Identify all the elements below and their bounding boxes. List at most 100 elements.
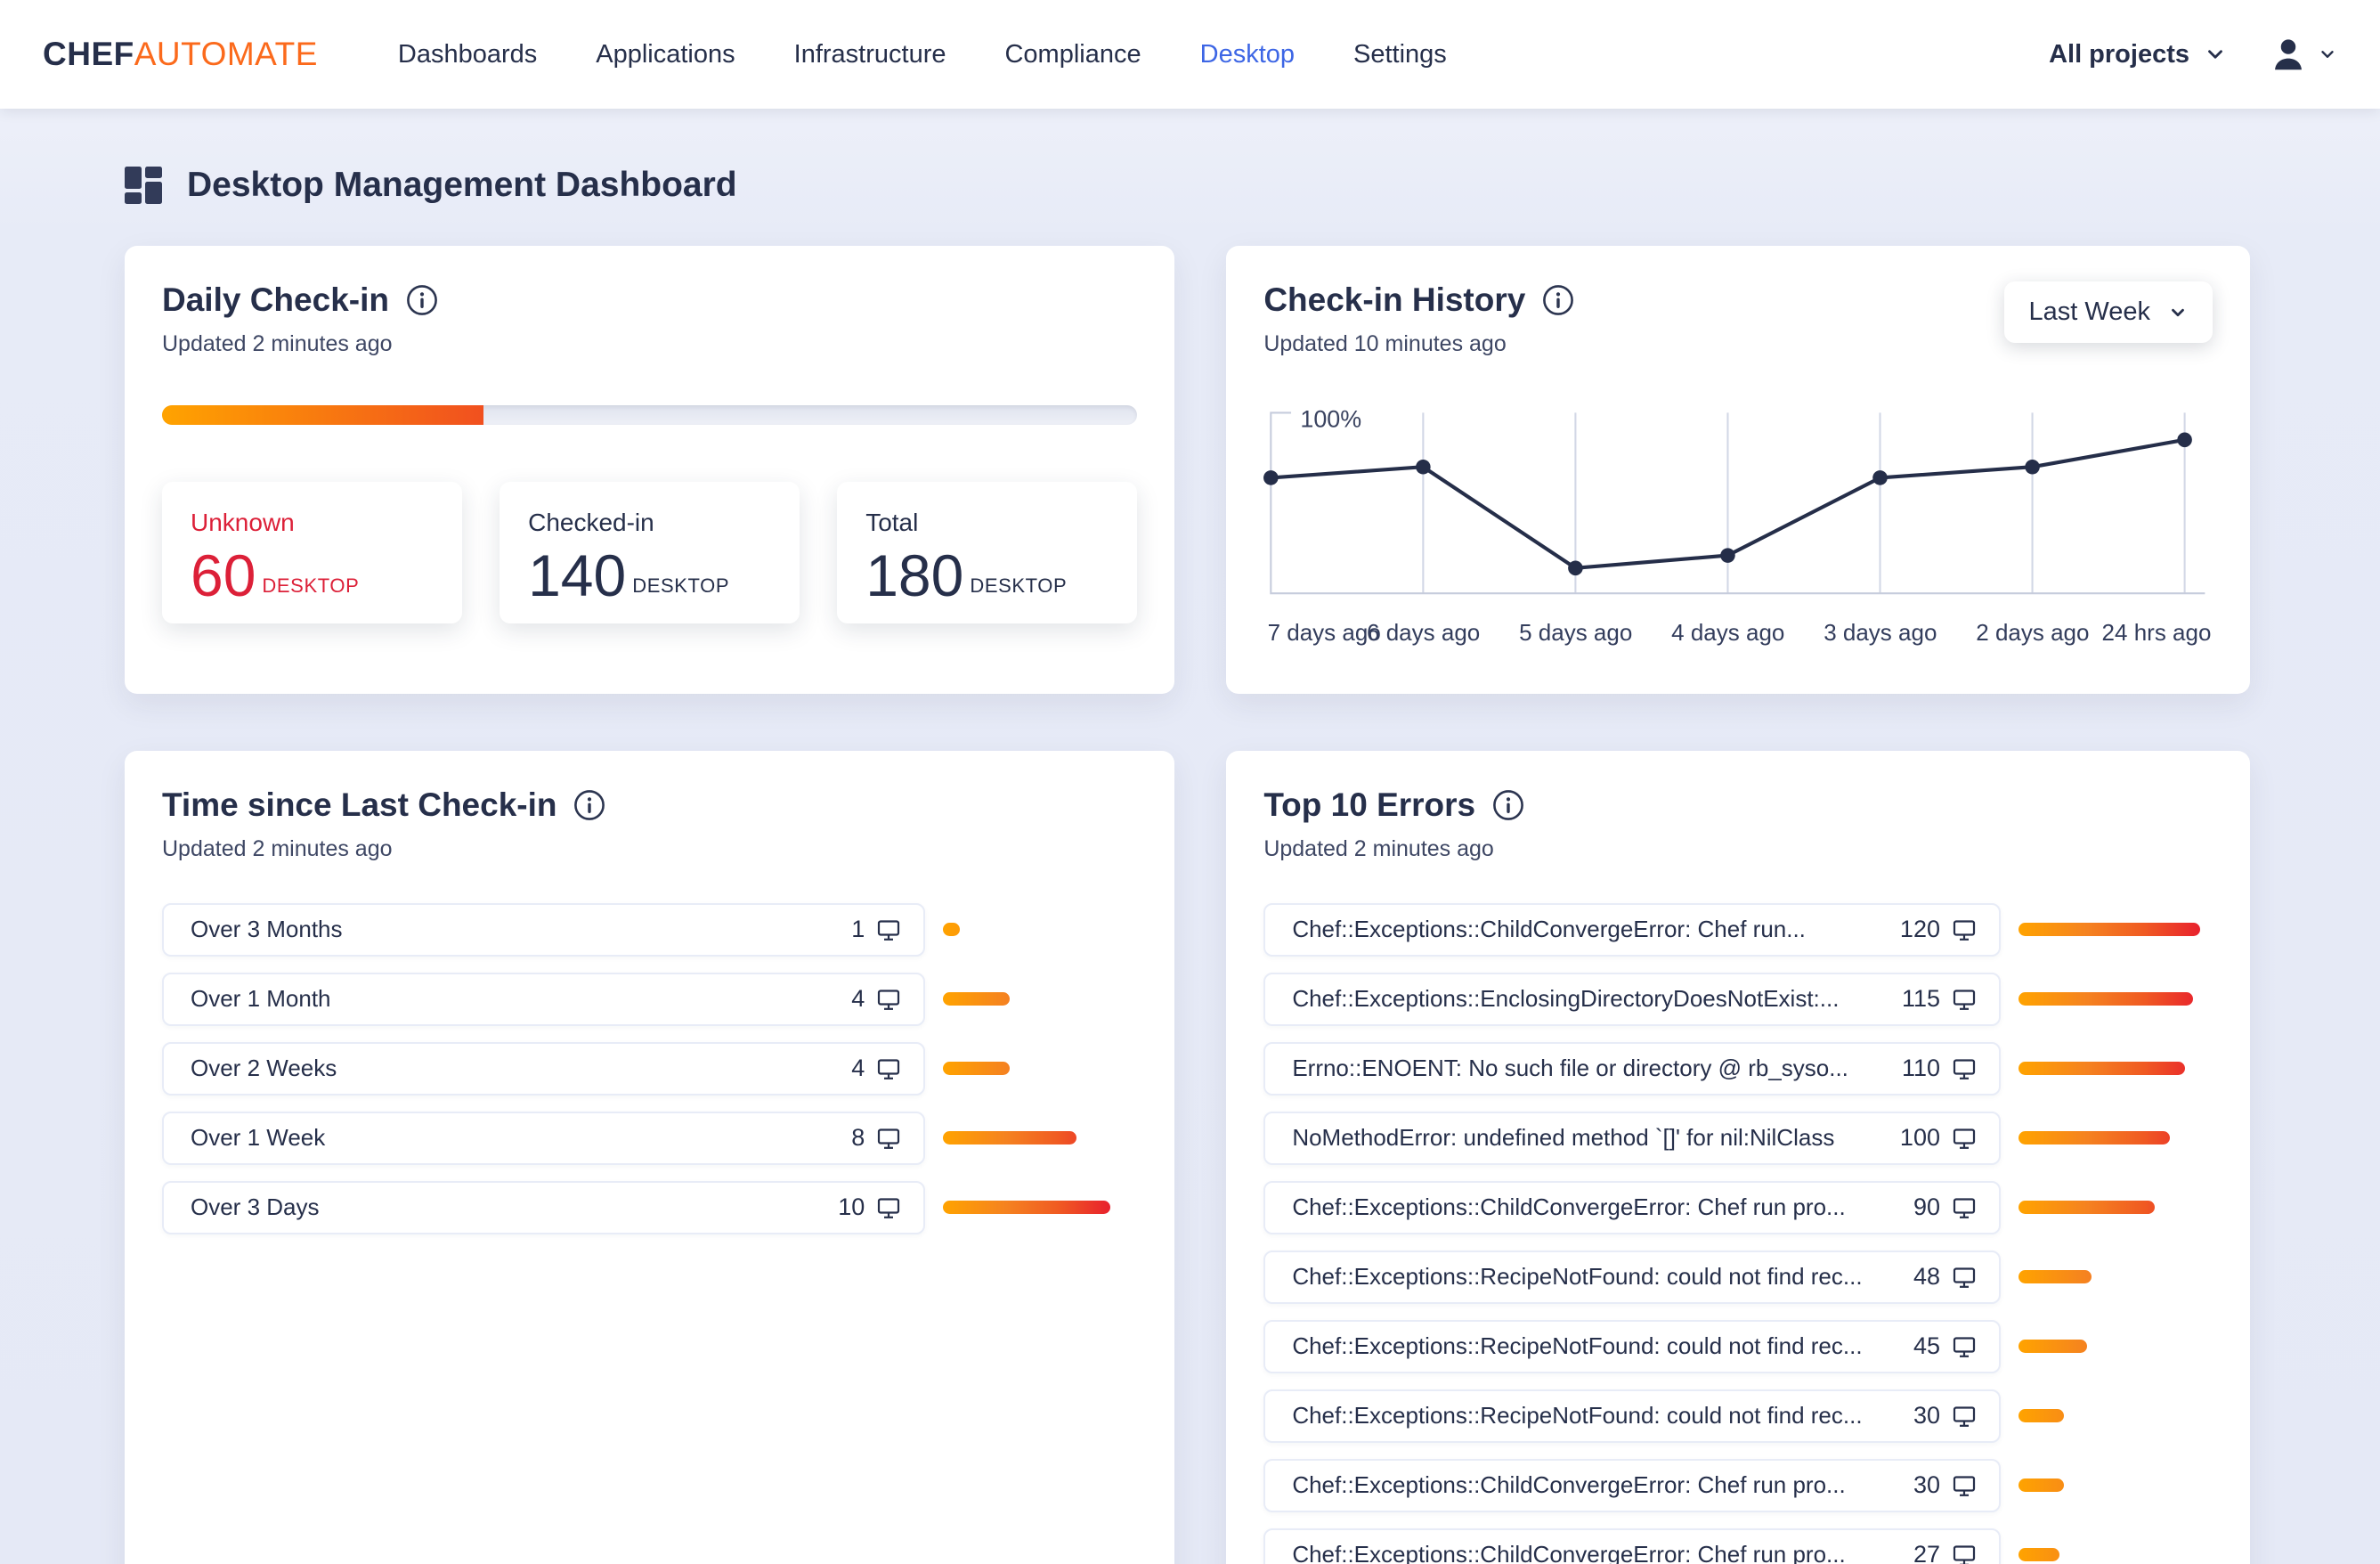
list-row: Chef::Exceptions::RecipeNotFound: could …	[1263, 1320, 2213, 1373]
top-nav: CHEFAUTOMATE Dashboards Applications Infra…	[0, 0, 2380, 109]
projects-filter-button[interactable]: All projects	[2049, 40, 2227, 69]
row-count-value: 90	[1913, 1193, 1940, 1221]
row-item[interactable]: Over 3 Days10	[162, 1181, 925, 1234]
value-bar	[2019, 1062, 2185, 1075]
bar-zone	[2019, 1062, 2213, 1075]
nav-item-applications[interactable]: Applications	[596, 40, 735, 69]
info-icon[interactable]	[1541, 283, 1575, 317]
info-icon[interactable]	[573, 788, 606, 822]
row-count-value: 4	[851, 985, 865, 1013]
nav-item-infrastructure[interactable]: Infrastructure	[794, 40, 946, 69]
top-errors-card: Top 10 Errors Updated 2 minutes ago Chef…	[1226, 751, 2250, 1564]
row-item[interactable]: Over 1 Week8	[162, 1112, 925, 1165]
row-item[interactable]: Chef::Exceptions::ChildConvergeError: Ch…	[1263, 903, 2001, 957]
nav-item-desktop[interactable]: Desktop	[1200, 40, 1295, 69]
bar-zone	[2019, 1340, 2213, 1353]
row-label: Over 1 Month	[191, 985, 347, 1013]
desktop-icon	[1951, 1542, 1978, 1564]
value-bar	[2019, 1201, 2155, 1214]
daily-checkin-updated: Updated 2 minutes ago	[162, 331, 439, 357]
checkin-history-chart-wrap: 100% 7 days ago6 days ago5 days ago4 day…	[1263, 402, 2213, 655]
row-label: Chef::Exceptions::RecipeNotFound: could …	[1292, 1332, 1878, 1360]
row-item[interactable]: Over 2 Weeks4	[162, 1042, 925, 1096]
desktop-icon	[875, 986, 902, 1013]
row-count: 90	[1913, 1193, 1978, 1221]
top-errors-updated: Updated 2 minutes ago	[1263, 836, 2213, 862]
x-axis-label: 5 days ago	[1519, 619, 1632, 647]
row-item[interactable]: Chef::Exceptions::RecipeNotFound: could …	[1263, 1389, 2001, 1443]
row-label: Chef::Exceptions::RecipeNotFound: could …	[1292, 1402, 1878, 1430]
bar-zone	[943, 923, 1137, 936]
nav-item-settings[interactable]: Settings	[1353, 40, 1447, 69]
list-row: Chef::Exceptions::RecipeNotFound: could …	[1263, 1389, 2213, 1443]
desktop-dashboard-page: CHEFAUTOMATE Dashboards Applications Infra…	[0, 0, 2380, 1564]
list-row: Chef::Exceptions::ChildConvergeError: Ch…	[1263, 1459, 2213, 1512]
row-item[interactable]: Chef::Exceptions::ChildConvergeError: Ch…	[1263, 1528, 2001, 1564]
row-item[interactable]: Chef::Exceptions::RecipeNotFound: could …	[1263, 1250, 2001, 1304]
bar-zone	[2019, 1548, 2213, 1561]
row-item[interactable]: Chef::Exceptions::ChildConvergeError: Ch…	[1263, 1181, 2001, 1234]
dashboard-grid-icon	[125, 167, 162, 204]
projects-filter-label: All projects	[2049, 40, 2189, 69]
nav-item-compliance[interactable]: Compliance	[1004, 40, 1141, 69]
info-icon[interactable]	[405, 283, 439, 317]
stat-tile-checked-in: Checked-in140DESKTOP	[500, 482, 800, 623]
list-row: NoMethodError: undefined method `[]' for…	[1263, 1112, 2213, 1165]
data-point	[1568, 561, 1583, 576]
stat-tile-total: Total180DESKTOP	[837, 482, 1137, 623]
row-item[interactable]: Over 1 Month 4	[162, 973, 925, 1026]
data-point	[1720, 548, 1735, 563]
desktop-icon	[875, 1125, 902, 1152]
list-row: Over 2 Weeks4	[162, 1042, 1137, 1096]
value-bar	[2019, 1548, 2059, 1561]
page-title-row: Desktop Management Dashboard	[125, 166, 2250, 205]
row-label: Over 3 Months	[191, 916, 359, 943]
desktop-icon	[875, 1055, 902, 1082]
desktop-icon	[875, 916, 902, 943]
row-count-value: 1	[851, 916, 865, 943]
user-menu[interactable]	[2268, 34, 2337, 75]
row-count: 45	[1913, 1332, 1978, 1360]
data-point	[2178, 433, 2193, 448]
row-count: 4	[851, 1055, 902, 1082]
row-count: 48	[1913, 1263, 1978, 1291]
checkin-history-line-chart: 100%	[1263, 402, 2213, 610]
row-item[interactable]: Chef::Exceptions::RecipeNotFound: could …	[1263, 1320, 2001, 1373]
row-item[interactable]: Errno::ENOENT: No such file or directory…	[1263, 1042, 2001, 1096]
data-point	[1416, 460, 1431, 475]
x-axis-label: 7 days ago	[1268, 619, 1381, 647]
list-row: Over 3 Months 1	[162, 903, 1137, 957]
row-count: 27	[1913, 1541, 1978, 1564]
stat-unit: DESKTOP	[970, 574, 1067, 598]
desktop-icon	[1951, 986, 1978, 1013]
checkin-history-updated: Updated 10 minutes ago	[1263, 331, 1575, 357]
stat-unit: DESKTOP	[632, 574, 729, 598]
nav-item-dashboards[interactable]: Dashboards	[398, 40, 537, 69]
row-count-value: 110	[1902, 1055, 1940, 1082]
info-icon[interactable]	[1491, 788, 1525, 822]
row-label: Over 3 Days	[191, 1193, 336, 1221]
stat-value: 140	[528, 548, 626, 604]
app-logo[interactable]: CHEFAUTOMATE	[43, 36, 318, 73]
value-bar	[2019, 1478, 2064, 1492]
row-label: NoMethodError: undefined method `[]' for…	[1292, 1124, 1850, 1152]
checkin-history-head: Check-in History Updated 10 minutes ago …	[1263, 281, 2213, 357]
desktop-icon	[1951, 1264, 1978, 1291]
row-item[interactable]: Chef::Exceptions::EnclosingDirectoryDoes…	[1263, 973, 2001, 1026]
stat-label: Total	[865, 509, 1109, 537]
list-row: Over 3 Days10	[162, 1181, 1137, 1234]
bar-zone	[943, 1131, 1137, 1144]
row-item[interactable]: NoMethodError: undefined method `[]' for…	[1263, 1112, 2001, 1165]
row-count-value: 4	[851, 1055, 865, 1082]
axis-lines	[1271, 412, 2205, 593]
row-item[interactable]: Chef::Exceptions::ChildConvergeError: Ch…	[1263, 1459, 2001, 1512]
bar-zone	[2019, 1409, 2213, 1422]
row-item[interactable]: Over 3 Months 1	[162, 903, 925, 957]
bar-zone	[2019, 923, 2213, 936]
x-axis-label: 2 days ago	[1976, 619, 2089, 647]
list-row: Over 1 Month 4	[162, 973, 1137, 1026]
time-since-checkin-card: Time since Last Check-in Updated 2 minut…	[125, 751, 1174, 1564]
chevron-down-icon	[2318, 45, 2337, 64]
history-range-select[interactable]: Last Week	[2004, 281, 2213, 343]
x-axis-label: 24 hrs ago	[2102, 619, 2212, 647]
